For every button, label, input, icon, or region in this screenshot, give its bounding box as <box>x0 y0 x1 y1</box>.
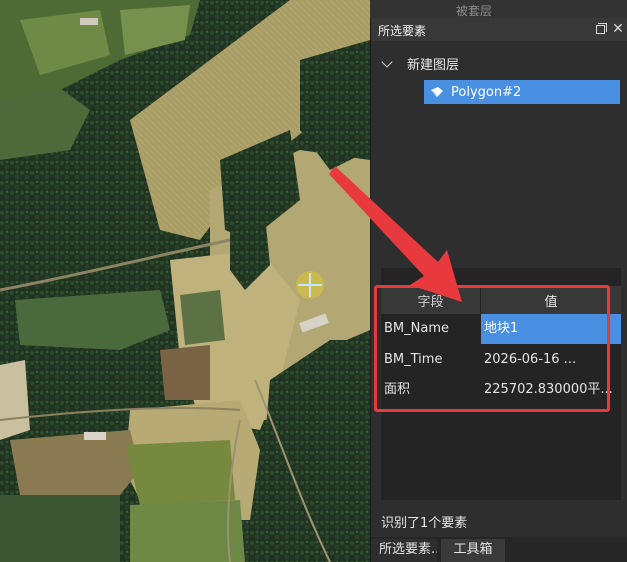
selected-features-panel: 所选要素 ✕ 新建图层 Polygon#2 字段 值 BM_Name 地块1 B… <box>370 18 627 562</box>
tree-node-layer[interactable]: 新建图层 <box>381 52 459 74</box>
field-name: 面积 <box>384 382 411 397</box>
field-value[interactable]: 225702.830000平... <box>481 375 621 405</box>
panel-tab-bar: 所选要素... 工具箱 <box>371 537 627 562</box>
column-header-field[interactable]: 字段 <box>381 286 481 314</box>
chevron-down-icon[interactable] <box>381 56 395 70</box>
background-tab-label: 被套层 <box>456 4 493 18</box>
restore-window-icon[interactable] <box>594 21 608 37</box>
table-row[interactable]: BM_Time 2026-06-16 ... <box>381 345 621 375</box>
panel-title: 所选要素 <box>378 24 427 38</box>
field-name: BM_Time <box>384 352 443 367</box>
field-name: BM_Name <box>384 321 449 336</box>
tab-toolbox[interactable]: 工具箱 <box>441 539 505 562</box>
table-row[interactable]: 面积 225702.830000平... <box>381 375 621 405</box>
column-header-value[interactable]: 值 <box>481 286 621 314</box>
polygon-icon <box>431 87 443 97</box>
status-text: 识别了1个要素 <box>381 516 468 531</box>
panel-header: 所选要素 ✕ <box>371 18 627 41</box>
tree-node-child-label: Polygon#2 <box>451 84 522 100</box>
layer-tree: 新建图层 Polygon#2 <box>381 52 621 252</box>
field-value[interactable]: 地块1 <box>481 314 621 344</box>
table-row[interactable]: BM_Name 地块1 <box>381 314 621 344</box>
close-icon[interactable]: ✕ <box>611 21 625 37</box>
satellite-map-view[interactable] <box>0 0 370 562</box>
tab-selected-features[interactable]: 所选要素... <box>371 539 437 562</box>
attribute-table-header: 字段 值 <box>381 286 621 314</box>
background-panel-strip: 被套层 <box>370 0 627 18</box>
field-value[interactable]: 2026-06-16 ... <box>481 345 621 375</box>
tree-node-polygon[interactable]: Polygon#2 <box>424 80 620 104</box>
crosshair-marker-icon[interactable] <box>293 268 327 302</box>
tree-node-label: 新建图层 <box>407 57 460 73</box>
attribute-table: 字段 值 BM_Name 地块1 BM_Time 2026-06-16 ... … <box>381 268 621 500</box>
